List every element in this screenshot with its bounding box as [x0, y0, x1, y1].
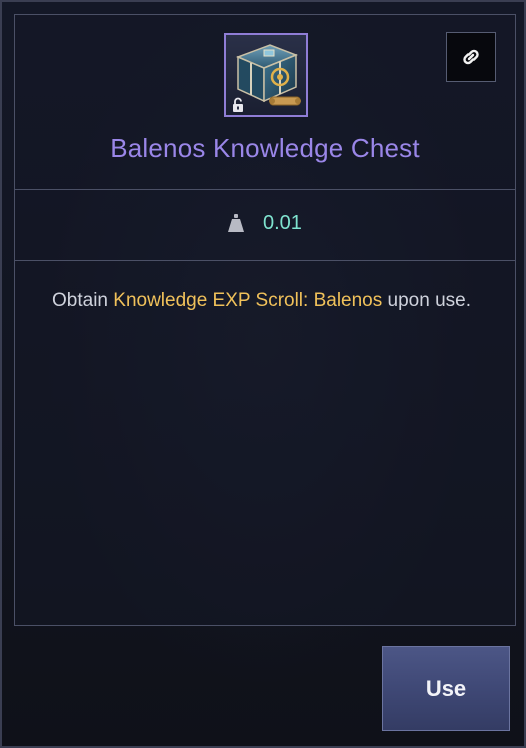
- item-header: Balenos Knowledge Chest: [15, 15, 515, 190]
- weight-value: 0.01: [263, 212, 302, 234]
- treasure-chest-icon: [224, 33, 308, 117]
- description-highlight: Knowledge EXP Scroll: Balenos: [113, 290, 383, 311]
- item-title: Balenos Knowledge Chest: [110, 133, 420, 163]
- item-tooltip-window: Balenos Knowledge Chest 0.01 Obtain Know…: [0, 0, 526, 748]
- description-prefix: Obtain: [52, 290, 114, 311]
- description-suffix: upon use.: [382, 290, 471, 311]
- link-icon: [463, 49, 479, 65]
- weight-row: 0.01: [15, 190, 515, 261]
- use-button[interactable]: Use: [382, 646, 510, 731]
- padlock-icon: [233, 97, 243, 112]
- copy-link-button[interactable]: [446, 32, 496, 82]
- item-info-panel: Balenos Knowledge Chest 0.01 Obtain Know…: [14, 14, 516, 626]
- weight-icon: [228, 214, 244, 232]
- item-description: Obtain Knowledge EXP Scroll: Balenos upo…: [52, 288, 482, 313]
